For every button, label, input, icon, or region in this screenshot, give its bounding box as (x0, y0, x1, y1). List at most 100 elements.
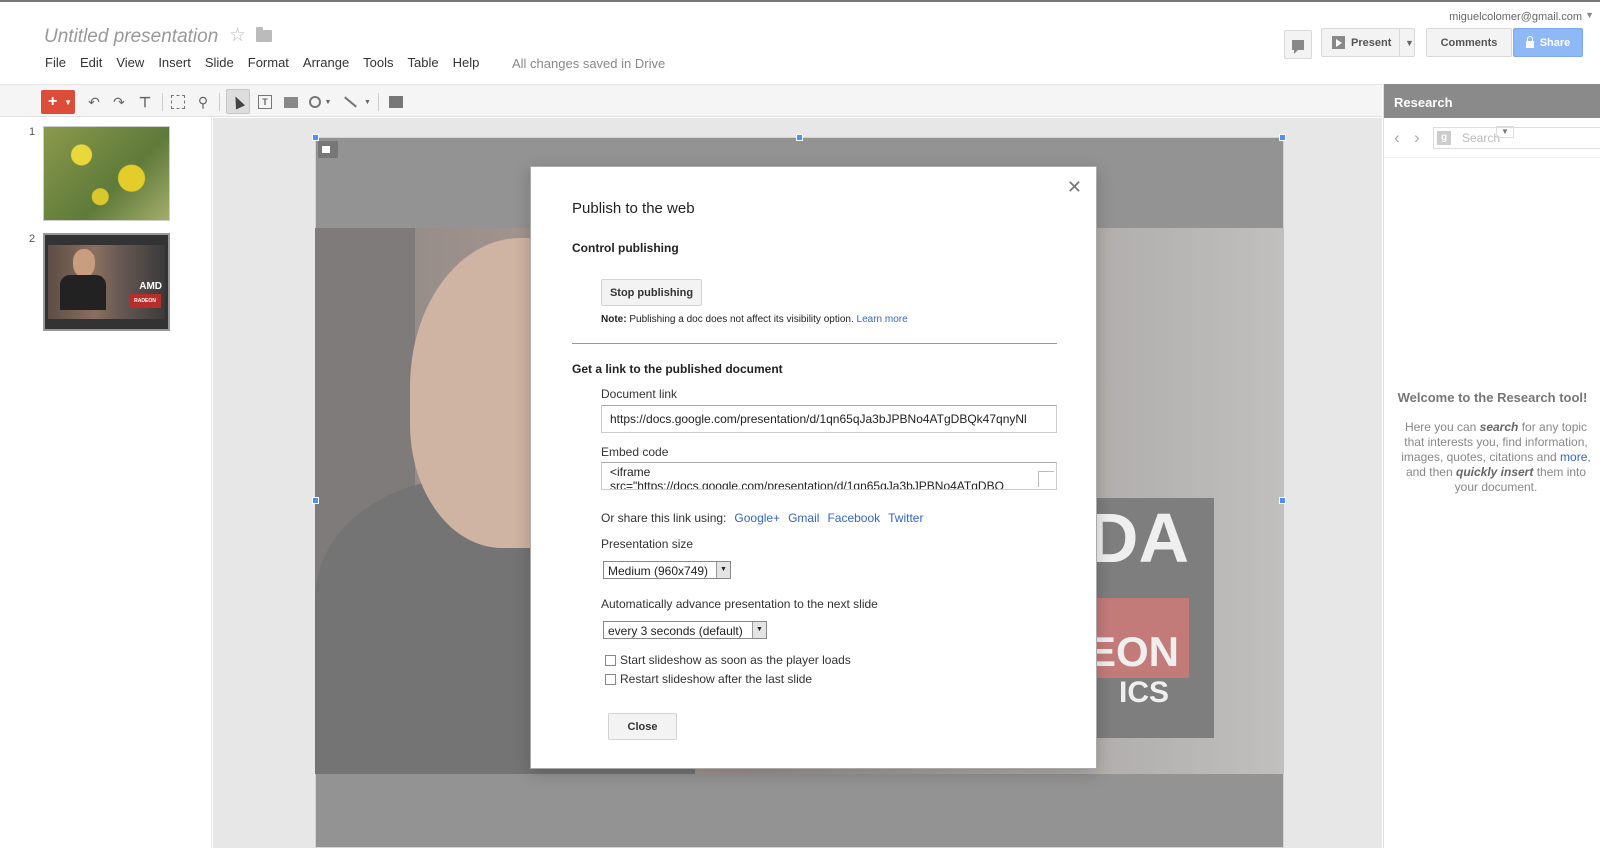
undo-icon[interactable]: ↶ (84, 92, 104, 112)
chevron-down-icon: ▼ (752, 622, 766, 638)
zoom-icon[interactable]: ⚲ (193, 92, 213, 112)
research-welcome-text: Here you can search for any topic that i… (1401, 420, 1591, 494)
thumbnail-badge: RADEON (129, 294, 161, 308)
document-title[interactable]: Untitled presentation (44, 26, 218, 48)
resize-handle[interactable] (312, 134, 319, 141)
chat-icon (1292, 39, 1304, 54)
paint-format-icon[interactable]: ⊤ (135, 92, 155, 112)
document-link-field[interactable]: https://docs.google.com/presentation/d/1… (601, 405, 1057, 433)
comment-icon[interactable] (386, 92, 406, 112)
control-publishing-heading: Control publishing (572, 241, 679, 255)
close-button[interactable]: Close (608, 713, 677, 740)
present-options-chevron-icon[interactable]: ▼ (1399, 28, 1419, 57)
thumbnail-face (73, 249, 95, 277)
more-link[interactable]: more (1560, 450, 1587, 464)
chevron-down-icon[interactable]: ▼ (1585, 10, 1594, 20)
menu-edit[interactable]: Edit (73, 55, 109, 71)
toolbar-divider (219, 93, 220, 111)
resize-handle[interactable] (312, 497, 319, 504)
restart-slideshow-checkbox[interactable] (605, 673, 616, 685)
slide-thumbnail-2[interactable]: AMD RADEON (43, 233, 170, 331)
chevron-down-icon: ▼ (716, 562, 730, 578)
back-icon[interactable]: ‹ (1394, 128, 1400, 148)
published-link-heading: Get a link to the published document (572, 362, 783, 376)
presentation-size-label: Presentation size (601, 537, 694, 551)
research-search-input[interactable]: g Search (1433, 127, 1600, 149)
share-gmail-link[interactable]: Gmail (788, 511, 819, 525)
menu-bar: File Edit View Insert Slide Format Arran… (38, 55, 486, 71)
share-twitter-link[interactable]: Twitter (888, 511, 923, 525)
menu-view[interactable]: View (109, 55, 151, 71)
video-icon (318, 141, 338, 158)
slide-number: 2 (29, 233, 36, 245)
document-link-label: Document link (601, 387, 678, 401)
chevron-down-icon: ▼ (64, 97, 72, 107)
menu-format[interactable]: Format (241, 55, 296, 71)
shape-icon[interactable]: ▼ (305, 92, 335, 112)
thumbnail-logo: AMD (139, 281, 162, 292)
research-welcome-title: Welcome to the Research tool! (1397, 390, 1588, 405)
slide-filmstrip (0, 118, 212, 848)
auto-advance-select[interactable]: every 3 seconds (default) ▼ (603, 621, 767, 639)
publish-dialog: ✕ Publish to the web Control publishing … (530, 166, 1097, 769)
folder-icon[interactable] (256, 27, 272, 42)
research-nav: ‹ › g Search (1384, 118, 1600, 158)
lock-icon (1525, 35, 1534, 48)
share-facebook-link[interactable]: Facebook (827, 511, 880, 525)
google-icon[interactable]: g (1437, 131, 1451, 145)
menu-table[interactable]: Table (401, 55, 446, 71)
new-slide-button[interactable]: + ▼ (41, 90, 75, 114)
toolbar: + ▼ ↶ ↷ ⊤ ⚲ T ▼ ▼ (0, 84, 1382, 117)
menu-file[interactable]: File (38, 55, 73, 71)
menu-arrange[interactable]: Arrange (296, 55, 356, 71)
image-icon[interactable] (281, 92, 301, 112)
window-top-border (0, 0, 1600, 2)
slide-number: 1 (29, 126, 36, 138)
toolbar-divider (162, 93, 163, 111)
share-label: Share (1539, 36, 1571, 49)
present-label: Present (1351, 36, 1392, 49)
resize-handle[interactable] (796, 134, 803, 141)
search-placeholder: Search (1462, 131, 1501, 145)
presentation-size-select[interactable]: Medium (960x749) ▼ (603, 561, 731, 579)
forward-icon[interactable]: › (1414, 128, 1420, 148)
embed-code-field[interactable]: <iframe src="https://docs.google.com/pre… (601, 462, 1057, 490)
start-slideshow-checkbox[interactable] (605, 654, 616, 666)
menu-slide[interactable]: Slide (198, 55, 241, 71)
start-slideshow-option[interactable]: Start slideshow as soon as the player lo… (605, 653, 851, 667)
auto-advance-label: Automatically advance presentation to th… (601, 597, 878, 611)
play-icon (1332, 36, 1345, 49)
chevron-down-icon[interactable]: ▼ (1496, 126, 1514, 138)
save-status: All changes saved in Drive (512, 56, 666, 71)
chat-button[interactable] (1284, 30, 1312, 59)
menu-insert[interactable]: Insert (151, 55, 198, 71)
embed-code-label: Embed code (601, 445, 669, 459)
select-tool-button[interactable] (226, 89, 250, 114)
resize-grip-icon[interactable] (1038, 471, 1054, 487)
close-icon[interactable]: ✕ (1067, 177, 1082, 198)
dialog-title: Publish to the web (572, 200, 695, 217)
account-email[interactable]: miguelcolomer@gmail.com (1449, 11, 1582, 23)
menu-help[interactable]: Help (446, 55, 487, 71)
stop-publishing-button[interactable]: Stop publishing (601, 279, 702, 306)
comments-button[interactable]: Comments (1426, 28, 1512, 57)
learn-more-link[interactable]: Learn more (857, 314, 908, 325)
fit-icon[interactable] (168, 92, 188, 112)
share-googleplus-link[interactable]: Google+ (734, 511, 780, 525)
redo-icon[interactable]: ↷ (109, 92, 129, 112)
line-icon[interactable]: ▼ (342, 92, 372, 112)
publishing-note: Note: Publishing a doc does not affect i… (601, 314, 908, 325)
research-panel: Research ‹ › g Search ▼ Welcome to the R… (1383, 84, 1600, 848)
resize-handle[interactable] (1279, 497, 1286, 504)
cursor-icon (230, 93, 246, 110)
textbox-icon[interactable]: T (255, 92, 275, 112)
share-link-row: Or share this link using: Google+ Gmail … (601, 511, 924, 525)
slide-thumbnail-1[interactable] (43, 126, 170, 221)
research-title: Research (1384, 84, 1600, 118)
restart-slideshow-option[interactable]: Restart slideshow after the last slide (605, 672, 812, 686)
dialog-divider (572, 343, 1057, 344)
star-icon[interactable]: ☆ (229, 24, 246, 47)
resize-handle[interactable] (1279, 134, 1286, 141)
share-button[interactable]: Share (1513, 28, 1583, 57)
menu-tools[interactable]: Tools (356, 55, 400, 71)
